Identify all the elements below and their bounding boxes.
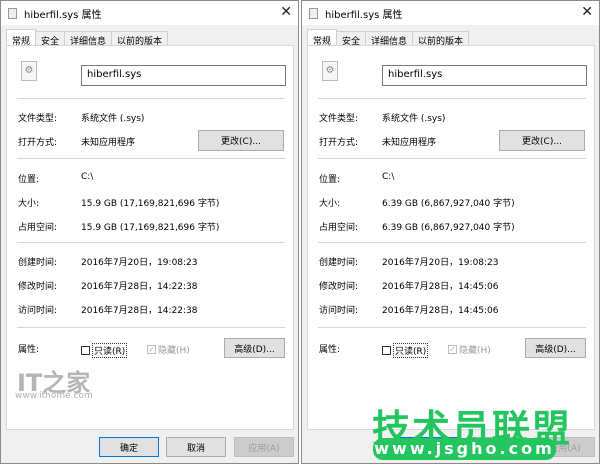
divider [17, 158, 285, 159]
created-label: 创建时间: [18, 258, 58, 268]
divider [318, 98, 586, 99]
hidden-checkbox: ✓ 隐藏(H) [448, 343, 491, 356]
size-on-disk-value: 6.39 GB (6,867,927,040 字节) [382, 223, 515, 233]
tab-bar: 常规 安全 详细信息 以前的版本 [6, 29, 169, 47]
title-bar: hiberfil.sys 属性 ✕ [302, 1, 599, 25]
close-icon[interactable]: ✕ [280, 4, 292, 20]
cancel-button[interactable]: 取消 [166, 437, 226, 457]
apply-button[interactable]: 应用(A) [234, 437, 294, 457]
divider [318, 327, 586, 328]
opens-with-value: 未知应用程序 [81, 138, 136, 148]
checkbox-icon [81, 346, 90, 355]
filename-input[interactable]: hiberfil.sys [382, 65, 587, 86]
tab-general[interactable]: 常规 [307, 29, 338, 47]
advanced-button[interactable]: 高级(D)... [525, 338, 586, 358]
attributes-label: 属性: [319, 345, 341, 355]
advanced-button[interactable]: 高级(D)... [224, 338, 285, 358]
tab-previous-versions[interactable]: 以前的版本 [111, 31, 169, 47]
divider [17, 327, 285, 328]
hidden-checkbox: ✓ 隐藏(H) [147, 343, 190, 356]
accessed-value: 2016年7月28日，14:22:38 [81, 306, 198, 316]
divider [17, 98, 285, 99]
modified-label: 修改时间: [319, 282, 359, 292]
size-value: 15.9 GB (17,169,821,696 字节) [81, 199, 220, 209]
file-type-value: 系统文件 (.sys) [382, 114, 446, 124]
attributes-label: 属性: [18, 345, 40, 355]
checkbox-icon [382, 346, 391, 355]
accessed-label: 访问时间: [319, 306, 359, 316]
general-panel: ⚙ hiberfil.sys 文件类型: 系统文件 (.sys) 打开方式: 未… [307, 45, 595, 430]
opens-with-value: 未知应用程序 [382, 138, 437, 148]
tab-security[interactable]: 安全 [336, 31, 367, 47]
readonly-checkbox[interactable]: 只读(R) [81, 343, 128, 358]
divider [318, 242, 586, 243]
accessed-label: 访问时间: [18, 306, 58, 316]
tab-general[interactable]: 常规 [6, 29, 37, 47]
size-label: 大小: [319, 199, 341, 209]
file-type-label: 文件类型: [319, 114, 359, 124]
window-title: hiberfil.sys 属性 [325, 9, 403, 21]
tab-previous-versions[interactable]: 以前的版本 [412, 31, 470, 47]
tab-details[interactable]: 详细信息 [365, 31, 414, 47]
divider [318, 158, 586, 159]
size-on-disk-label: 占用空间: [319, 223, 359, 233]
close-icon[interactable]: ✕ [581, 4, 593, 20]
readonly-label: 只读(R) [393, 343, 429, 358]
size-value: 6.39 GB (6,867,927,040 字节) [382, 199, 515, 209]
window-title: hiberfil.sys 属性 [24, 9, 102, 21]
size-label: 大小: [18, 199, 40, 209]
created-label: 创建时间: [319, 258, 359, 268]
file-type-label: 文件类型: [18, 114, 58, 124]
filename-input[interactable]: hiberfil.sys [81, 65, 286, 86]
created-value: 2016年7月20日，19:08:23 [382, 258, 499, 268]
opens-with-label: 打开方式: [18, 138, 58, 148]
accessed-value: 2016年7月28日，14:45:06 [382, 306, 499, 316]
change-button[interactable]: 更改(C)... [499, 130, 585, 151]
system-file-icon: ⚙ [21, 61, 37, 81]
ithome-watermark: IT之家 www.ithome.com [15, 369, 93, 401]
file-icon [309, 7, 318, 19]
location-label: 位置: [319, 175, 341, 185]
modified-value: 2016年7月28日，14:22:38 [81, 282, 198, 292]
hidden-label: 隐藏(H) [158, 346, 190, 356]
checkmark-icon: ✓ [448, 345, 457, 354]
jsgho-watermark-url: www.jsgho.com [373, 438, 556, 460]
system-file-icon: ⚙ [322, 61, 338, 81]
location-value: C:\ [81, 172, 94, 182]
divider [17, 242, 285, 243]
opens-with-label: 打开方式: [319, 138, 359, 148]
ok-button[interactable]: 确定 [99, 437, 159, 457]
title-bar: hiberfil.sys 属性 ✕ [1, 1, 298, 25]
location-value: C:\ [382, 172, 395, 182]
change-button[interactable]: 更改(C)... [198, 130, 284, 151]
location-label: 位置: [18, 175, 40, 185]
modified-label: 修改时间: [18, 282, 58, 292]
modified-value: 2016年7月28日，14:45:06 [382, 282, 499, 292]
readonly-label: 只读(R) [92, 343, 128, 358]
tab-details[interactable]: 详细信息 [64, 31, 113, 47]
ithome-logo: IT之家 [17, 369, 91, 397]
size-on-disk-value: 15.9 GB (17,169,821,696 字节) [81, 223, 220, 233]
tab-bar: 常规 安全 详细信息 以前的版本 [307, 29, 470, 47]
size-on-disk-label: 占用空间: [18, 223, 58, 233]
properties-dialog: hiberfil.sys 属性 ✕ 常规 安全 详细信息 以前的版本 ⚙ hib… [301, 0, 600, 464]
tab-security[interactable]: 安全 [35, 31, 66, 47]
created-value: 2016年7月20日，19:08:23 [81, 258, 198, 268]
readonly-checkbox[interactable]: 只读(R) [382, 343, 429, 358]
hidden-label: 隐藏(H) [459, 346, 491, 356]
file-icon [8, 7, 17, 19]
file-type-value: 系统文件 (.sys) [81, 114, 145, 124]
checkmark-icon: ✓ [147, 345, 156, 354]
